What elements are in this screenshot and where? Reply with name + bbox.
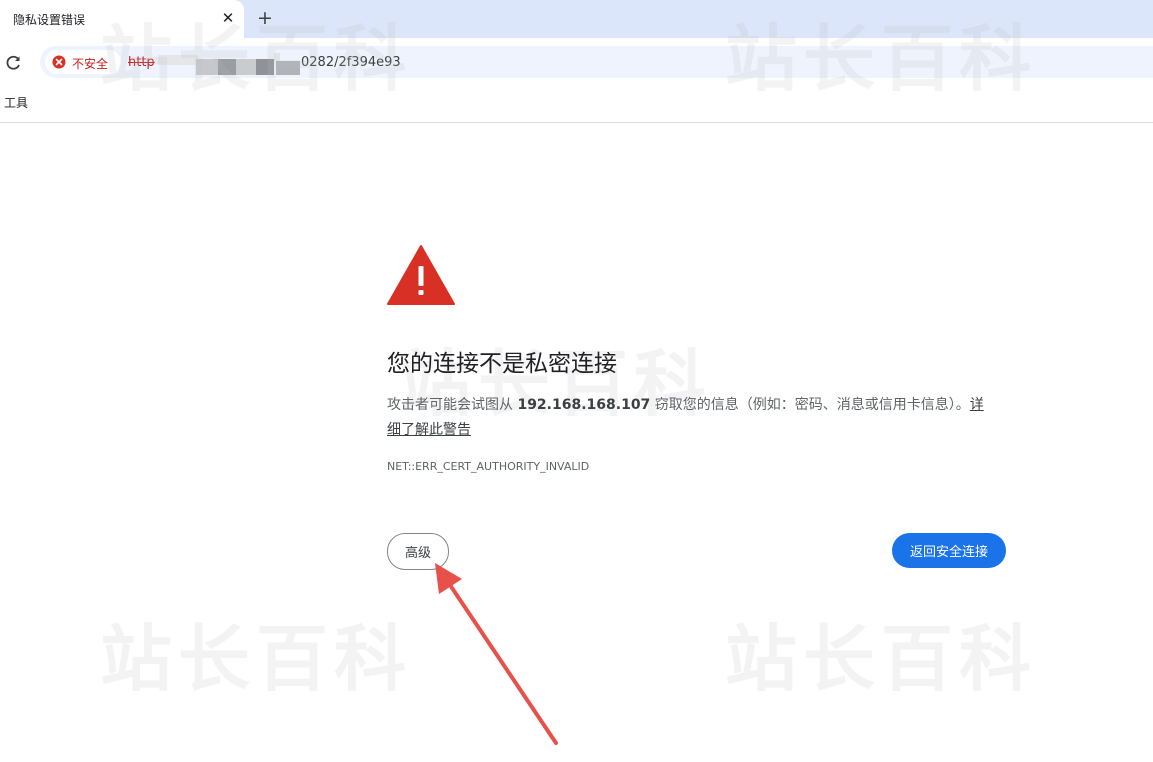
watermark: 站长百科 bbox=[725, 617, 1038, 701]
bookmarks-bar: 工具 bbox=[0, 86, 1153, 123]
watermark: 站长百科 bbox=[100, 617, 413, 701]
new-tab-icon[interactable]: + bbox=[255, 8, 275, 28]
close-icon[interactable]: ✕ bbox=[219, 9, 237, 27]
url-redacted bbox=[158, 53, 303, 75]
reload-icon[interactable] bbox=[3, 53, 23, 73]
bookmark-tools[interactable]: 工具 bbox=[4, 94, 28, 111]
error-code: NET::ERR_CERT_AUTHORITY_INVALID bbox=[387, 460, 590, 473]
url-scheme: http bbox=[128, 55, 155, 70]
host-address: 192.168.168.107 bbox=[517, 397, 651, 413]
not-secure-icon bbox=[52, 55, 66, 69]
warning-icon bbox=[387, 245, 455, 305]
description-suffix: 窃取您的信息（例如：密码、消息或信用卡信息）。 bbox=[650, 397, 970, 413]
page-title: 您的连接不是私密连接 bbox=[387, 351, 617, 377]
url-text: 0282/2f394e93 bbox=[301, 55, 401, 70]
back-to-safety-button[interactable]: 返回安全连接 bbox=[892, 533, 1006, 568]
description-prefix: 攻击者可能会试图从 bbox=[387, 397, 518, 413]
warning-description: 攻击者可能会试图从 192.168.168.107 窃取您的信息（例如：密码、消… bbox=[387, 393, 987, 443]
security-chip-label: 不安全 bbox=[72, 57, 109, 71]
security-chip[interactable]: 不安全 bbox=[45, 50, 121, 74]
address-bar[interactable]: 不安全 http 0282/2f394e93 bbox=[40, 46, 1153, 78]
tab-active[interactable]: 隐私设置错误 ✕ bbox=[0, 0, 244, 38]
annotation-arrow-icon bbox=[435, 563, 558, 745]
tab-strip: 隐私设置错误 ✕ + bbox=[0, 0, 1153, 38]
toolbar: 不安全 http 0282/2f394e93 bbox=[0, 38, 1153, 86]
tab-title: 隐私设置错误 bbox=[13, 13, 86, 27]
